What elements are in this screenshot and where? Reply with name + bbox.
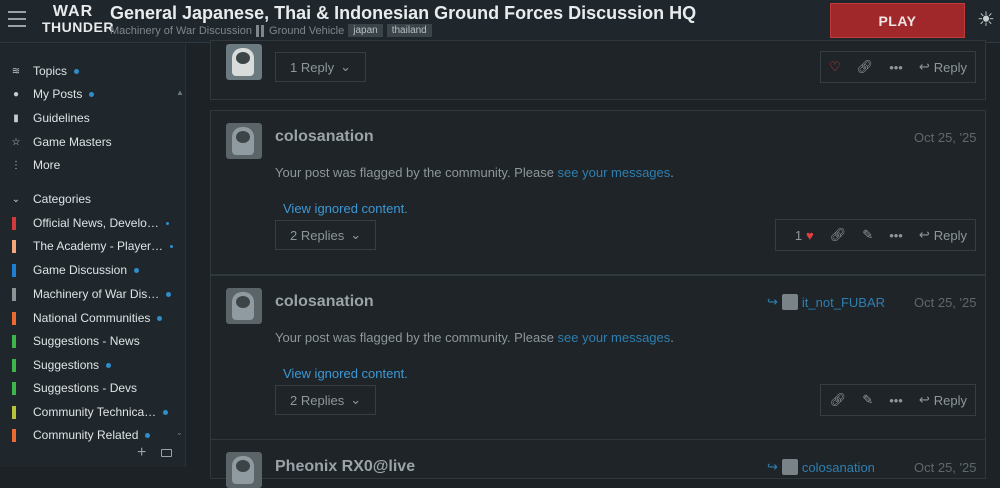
sidebar-item-guidelines[interactable]: ▮ Guidelines bbox=[8, 108, 89, 128]
sidebar-categories-header[interactable]: ⌄ Categories bbox=[8, 189, 91, 209]
chevron-down-icon: ⌄ bbox=[350, 227, 362, 242]
sidebar-category-community-related[interactable]: Community Related bbox=[12, 425, 151, 445]
post: Pheonix RX0@live ↪ colosanation Oct 25, '… bbox=[210, 439, 986, 488]
theme-toggle-sun-icon[interactable]: ☀ bbox=[975, 9, 997, 31]
ellipsis-icon: ⋮ bbox=[11, 159, 21, 171]
post-date[interactable]: Oct 25, '25 bbox=[914, 295, 976, 310]
link-icon[interactable]: 🔗︎ bbox=[830, 392, 847, 408]
replies-toggle-button[interactable]: 2 Replies ⌄ bbox=[275, 385, 377, 415]
war-thunder-logo[interactable]: WAR THUNDER bbox=[42, 4, 113, 38]
sidebar-category-official-news[interactable]: Official News, Develo… bbox=[12, 213, 169, 233]
scroll-up-icon[interactable]: ▲ bbox=[176, 88, 184, 97]
keyboard-shortcuts-icon[interactable] bbox=[161, 449, 172, 457]
reply-arrow-icon: ↪ bbox=[767, 459, 778, 474]
sidebar-footer: + bbox=[0, 444, 186, 467]
hamburger-menu-icon[interactable] bbox=[8, 11, 26, 27]
scroll-down-icon[interactable]: ⌄ bbox=[176, 428, 183, 437]
reply-icon: ↩ bbox=[918, 59, 930, 74]
sidebar-category-national-communities[interactable]: National Communities bbox=[12, 308, 163, 328]
post-body: Your post was flagged by the community. … bbox=[275, 330, 674, 345]
reply-to-indicator[interactable]: ↪ it_not_FUBAR bbox=[767, 294, 885, 310]
reply-icon: ↩ bbox=[918, 392, 930, 407]
ellipsis-icon[interactable]: ••• bbox=[889, 228, 903, 243]
avatar[interactable] bbox=[226, 288, 262, 324]
sidebar-category-suggestions-devs[interactable]: Suggestions - Devs bbox=[12, 378, 137, 398]
sidebar-category-machinery-of-war[interactable]: Machinery of War Dis… bbox=[12, 284, 172, 304]
sidebar-item-game-masters[interactable]: ☆ Game Masters bbox=[8, 132, 112, 152]
tag-thailand[interactable]: thailand bbox=[386, 24, 432, 37]
tag-japan[interactable]: japan bbox=[348, 24, 383, 37]
post-username[interactable]: Pheonix RX0@live bbox=[275, 458, 415, 476]
reply-button[interactable]: ↩ Reply bbox=[919, 392, 967, 408]
user-icon: ● bbox=[12, 88, 20, 100]
post-date[interactable]: Oct 25, '25 bbox=[914, 460, 976, 475]
chevron-down-icon: ⌄ bbox=[350, 392, 362, 407]
replies-toggle-button[interactable]: 1 Reply ⌄ bbox=[275, 52, 366, 82]
sidebar-item-topics[interactable]: ≋ Topics bbox=[8, 61, 80, 81]
sidebar-category-community-technical[interactable]: Community Technica… bbox=[12, 402, 169, 422]
avatar[interactable] bbox=[226, 452, 262, 488]
see-messages-link[interactable]: see your messages bbox=[558, 165, 671, 180]
topic-stream: 1 Reply ⌄ ♡ 🔗︎ ••• ↩ Reply colosanation Oc… bbox=[187, 40, 1000, 488]
play-button[interactable]: PLAY bbox=[830, 3, 965, 38]
chevron-down-icon: ⌄ bbox=[11, 193, 21, 205]
link-icon[interactable]: 🔗︎ bbox=[830, 227, 847, 243]
view-ignored-content-link[interactable]: View ignored content. bbox=[283, 201, 408, 216]
topic-title[interactable]: General Japanese, Thai & Indonesian Grou… bbox=[110, 3, 696, 24]
like-button[interactable]: 1 ♥ bbox=[795, 228, 814, 243]
reply-icon: ↩ bbox=[918, 227, 930, 242]
edit-pencil-icon[interactable]: ✎ bbox=[862, 392, 873, 408]
add-icon[interactable]: + bbox=[137, 444, 146, 462]
sidebar-category-academy[interactable]: The Academy - Player… bbox=[12, 236, 174, 256]
post-date[interactable]: Oct 25, '25 bbox=[914, 130, 976, 145]
post-username[interactable]: colosanation bbox=[275, 293, 374, 311]
post-body: Your post was flagged by the community. … bbox=[275, 165, 674, 180]
avatar bbox=[781, 294, 798, 310]
sidebar-category-suggestions[interactable]: Suggestions bbox=[12, 355, 112, 375]
layers-icon: ≋ bbox=[11, 65, 21, 77]
sidebar-category-game-discussion[interactable]: Game Discussion bbox=[12, 260, 140, 280]
sidebar: ▲ ≋ Topics ● My Posts ▮ Guidelines ☆ Gam… bbox=[0, 44, 186, 467]
replies-toggle-button[interactable]: 2 Replies ⌄ bbox=[275, 220, 377, 250]
subcategory-link[interactable]: Ground Vehicle bbox=[269, 25, 344, 37]
category-link[interactable]: Machinery of War Discussion bbox=[110, 25, 252, 37]
avatar[interactable] bbox=[226, 123, 262, 159]
reply-to-indicator[interactable]: ↪ colosanation bbox=[767, 459, 875, 475]
chevron-down-icon: ⌄ bbox=[340, 59, 351, 74]
sidebar-item-my-posts[interactable]: ● My Posts bbox=[8, 84, 95, 104]
sidebar-item-more[interactable]: ⋮ More bbox=[8, 155, 60, 175]
view-ignored-content-link[interactable]: View ignored content. bbox=[283, 366, 408, 381]
post: 1 Reply ⌄ ♡ 🔗︎ ••• ↩ Reply bbox=[210, 40, 986, 100]
topic-breadcrumb: Machinery of War Discussion Ground Vehic… bbox=[110, 24, 432, 37]
heart-icon: ♥ bbox=[806, 227, 814, 243]
avatar[interactable] bbox=[226, 44, 262, 80]
post-username[interactable]: colosanation bbox=[275, 128, 374, 146]
like-heart-outline-icon[interactable]: ♡ bbox=[829, 59, 841, 75]
reply-button[interactable]: ↩ Reply bbox=[919, 59, 967, 75]
reply-arrow-icon: ↪ bbox=[767, 294, 778, 309]
post: colosanation ↪ it_not_FUBAR Oct 25, '25 Y… bbox=[210, 275, 986, 440]
post-actions: 🔗︎ ✎ ••• ↩ Reply bbox=[820, 384, 976, 416]
ellipsis-icon[interactable]: ••• bbox=[889, 60, 903, 75]
sidebar-category-suggestions-news[interactable]: Suggestions - News bbox=[12, 331, 140, 351]
book-icon: ▮ bbox=[13, 112, 19, 124]
avatar bbox=[781, 459, 798, 475]
star-icon: ☆ bbox=[11, 136, 21, 148]
site-header: WAR THUNDER General Japanese, Thai & Ind… bbox=[0, 0, 1000, 43]
edit-pencil-icon[interactable]: ✎ bbox=[862, 227, 873, 243]
post-actions: ♡ 🔗︎ ••• ↩ Reply bbox=[820, 51, 976, 83]
post-actions: 1 ♥ 🔗︎ ✎ ••• ↩ Reply bbox=[775, 219, 976, 251]
link-icon[interactable]: 🔗︎ bbox=[857, 59, 874, 75]
post: colosanation Oct 25, '25 Your post was f… bbox=[210, 110, 986, 275]
ellipsis-icon[interactable]: ••• bbox=[889, 393, 903, 408]
reply-button[interactable]: ↩ Reply bbox=[919, 227, 967, 243]
see-messages-link[interactable]: see your messages bbox=[558, 330, 671, 345]
